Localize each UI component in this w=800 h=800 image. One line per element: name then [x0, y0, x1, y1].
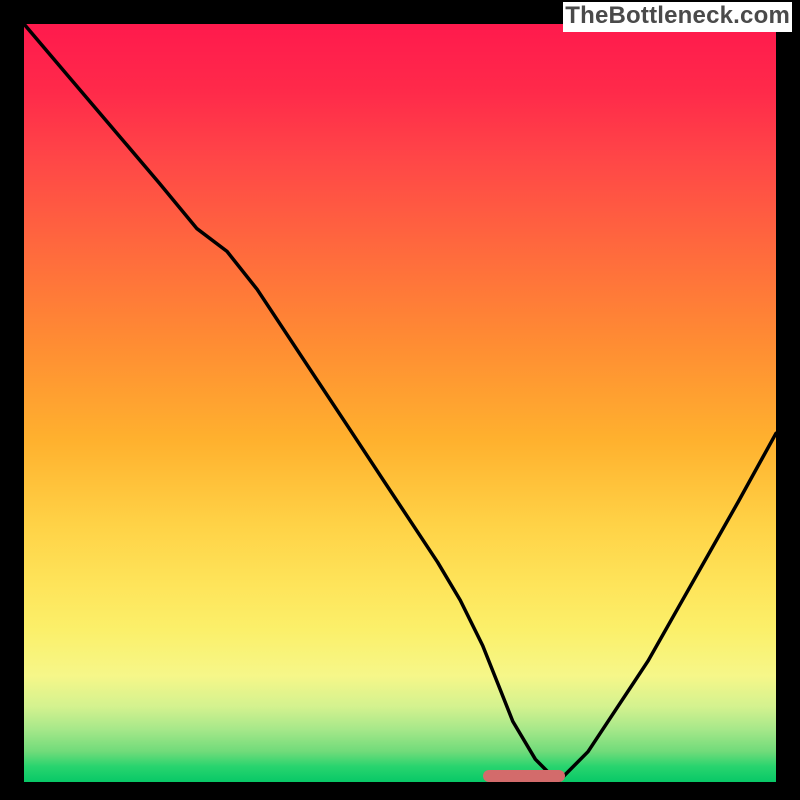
watermark-text: TheBottleneck.com — [563, 2, 792, 32]
chart-frame — [24, 24, 776, 782]
sweet-spot-marker — [483, 770, 566, 782]
gradient-background — [24, 24, 776, 782]
